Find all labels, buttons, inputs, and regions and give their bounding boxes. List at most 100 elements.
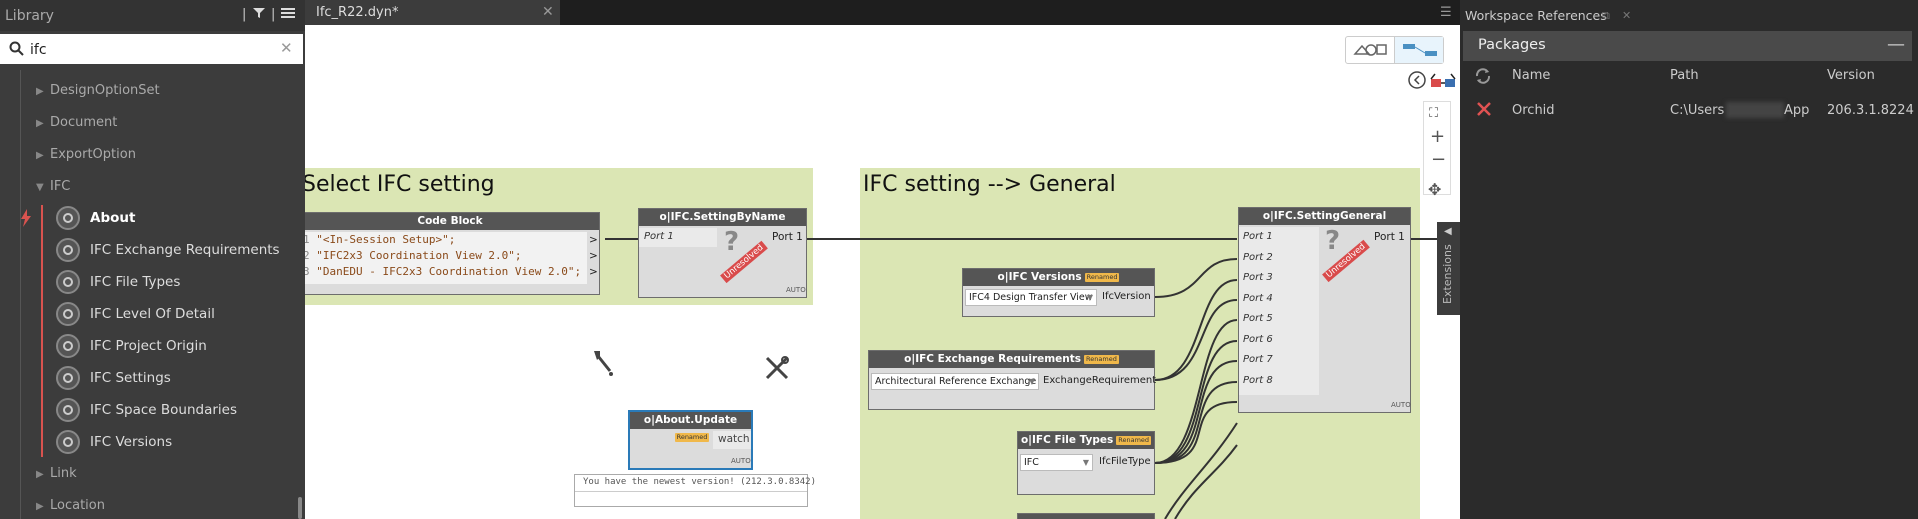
tab-menu-icon[interactable]: ☰ (1440, 5, 1452, 20)
input-port-5[interactable]: Port 5 (1243, 313, 1273, 324)
output-port[interactable]: > (589, 234, 598, 246)
node-ifc-exchange-requirements[interactable]: o|IFC Exchange Requirements Renamed Archi… (868, 350, 1156, 410)
extensions-tab[interactable]: ◀ Extensions (1437, 222, 1460, 315)
graph-canvas[interactable]: Select IFC setting IFC setting --> Gener… (305, 25, 1460, 519)
output-port[interactable]: Port 1 (772, 231, 803, 243)
list-view-icon[interactable] (281, 7, 295, 23)
input-port-7[interactable]: Port 7 (1243, 354, 1273, 365)
library-item-ifc-file-types[interactable]: IFC File Types (56, 267, 296, 297)
node-title: o|IFC.SettingGeneral (1239, 208, 1410, 225)
category-location[interactable]: ▶ Location (36, 498, 105, 513)
input-port-6[interactable]: Port 6 (1243, 334, 1273, 345)
output-port[interactable]: ExchangeRequirement (1043, 375, 1156, 386)
node-ifc-file-types[interactable]: o|IFC File Types Renamed IFC ▼ IfcFileType (1017, 431, 1155, 495)
redacted-path (1726, 102, 1784, 118)
category-document[interactable]: ▶ Document (36, 115, 117, 130)
packages-header[interactable]: Packages — (1463, 31, 1912, 61)
library-item-ifc-space-boundaries[interactable]: IFC Space Boundaries (56, 395, 296, 425)
zoom-out-icon[interactable]: − (1431, 149, 1446, 170)
geometry-view-icon[interactable] (1353, 42, 1387, 62)
library-item-ifc-exchange-requirements[interactable]: IFC Exchange Requirements (56, 235, 296, 265)
output-port[interactable]: IfcVersion (1102, 291, 1151, 302)
column-header-version[interactable]: Version (1827, 68, 1875, 83)
node-about-update[interactable]: o|About.UpdateRenamed watch AUTO (628, 410, 753, 470)
library-item-ifc-settings[interactable]: IFC Settings (56, 363, 296, 393)
category-link[interactable]: ▶ Link (36, 466, 77, 481)
library-search-box[interactable]: ✕ (0, 34, 303, 64)
close-panel-icon[interactable]: ✕ (1622, 9, 1631, 22)
input-port-3[interactable]: Port 3 (1243, 272, 1273, 283)
node-code-block[interactable]: Code Block 1 "<In-Session Setup>"; 2 "IF… (305, 212, 600, 295)
run-mode-label: AUTO (786, 286, 806, 294)
code-line-2: 2 "IFC2x3 Coordination View 2.0"; (305, 249, 522, 262)
library-panel: Library | | ✕ ▶DesignOptionSet ▶Document… (0, 0, 305, 519)
input-port-4[interactable]: Port 4 (1243, 293, 1273, 304)
zoom-fit-icon[interactable]: ⛶ (1429, 106, 1438, 121)
back-arrow-icon[interactable] (1408, 71, 1426, 93)
library-scrollbar[interactable] (298, 497, 302, 519)
zoom-in-icon[interactable]: + (1430, 126, 1445, 147)
graph-view-button[interactable] (1394, 37, 1443, 63)
packages-title: Packages (1478, 37, 1546, 53)
node-icon (56, 366, 80, 390)
category-designoptionset[interactable]: ▶ DesignOptionSet (36, 83, 160, 98)
separator: | (242, 7, 247, 22)
input-port-8[interactable]: Port 8 (1243, 375, 1273, 386)
node-icon (56, 206, 80, 230)
expand-arrow-icon: ▶ (36, 86, 44, 97)
undock-icon[interactable]: ⧉ (1602, 9, 1610, 23)
node-ifc-setting-general[interactable]: o|IFC.SettingGeneral Port 1 Port 2 Port … (1238, 207, 1411, 413)
output-port[interactable]: IfcFileType (1099, 456, 1151, 467)
filter-icon[interactable] (253, 7, 265, 23)
node-partial[interactable] (1017, 513, 1155, 519)
ifc-version-dropdown[interactable]: IFC4 Design Transfer View ▼ (965, 289, 1097, 306)
chevron-down-icon: ▼ (1028, 377, 1035, 386)
node-title: o|About.UpdateRenamed (630, 412, 751, 442)
node-title: o|IFC.SettingByName (639, 209, 806, 226)
library-item-ifc-level-of-detail[interactable]: IFC Level Of Detail (56, 299, 296, 329)
package-version: 206.3.1.8224 (1827, 103, 1914, 118)
node-ifc-setting-by-name[interactable]: o|IFC.SettingByName Port 1 ? Unresolved … (638, 208, 807, 298)
selection-accent (41, 205, 43, 457)
library-search-input[interactable] (28, 38, 277, 62)
renamed-badge: Renamed (674, 432, 710, 442)
column-header-path[interactable]: Path (1670, 68, 1699, 83)
input-port-1[interactable]: Port 1 (1243, 231, 1273, 242)
column-header-name[interactable]: Name (1512, 68, 1550, 83)
output-port[interactable]: > (589, 250, 598, 262)
eyedropper-icon[interactable] (590, 348, 616, 382)
renamed-badge: Renamed (1084, 354, 1119, 364)
file-type-dropdown[interactable]: IFC ▼ (1020, 454, 1093, 471)
package-name: Orchid (1512, 103, 1555, 118)
expand-arrow-icon: ▶ (36, 118, 44, 129)
output-port[interactable]: watch (718, 433, 750, 445)
run-mode-label: AUTO (731, 457, 751, 465)
chevron-down-icon: ▼ (1086, 293, 1093, 302)
output-port[interactable]: Port 1 (1374, 231, 1405, 243)
tools-icon[interactable] (764, 355, 790, 385)
input-port-2[interactable]: Port 2 (1243, 252, 1273, 263)
clear-search-icon[interactable]: ✕ (280, 39, 293, 57)
output-port[interactable]: > (589, 266, 598, 278)
unresolved-icon: ? (1325, 226, 1341, 256)
code-line-1: 1 "<In-Session Setup>"; (305, 233, 456, 246)
collapse-icon[interactable]: — (1887, 34, 1905, 55)
chevron-down-icon: ▼ (1082, 458, 1089, 467)
pan-icon[interactable]: ✥ (1428, 180, 1441, 199)
3d-glasses-icon[interactable] (1430, 73, 1456, 93)
tab-close-icon[interactable]: ✕ (542, 4, 554, 20)
category-exportoption[interactable]: ▶ ExportOption (36, 147, 136, 162)
node-icon (56, 238, 80, 262)
node-ifc-versions[interactable]: o|IFC Versions Renamed IFC4 Design Transf… (962, 268, 1155, 317)
exchange-requirement-dropdown[interactable]: Architectural Reference Exchange ▼ (871, 373, 1039, 390)
category-ifc[interactable]: ▼ IFC (36, 179, 70, 194)
tab-ifc-r22[interactable]: Ifc_R22.dyn* ✕ (305, 0, 560, 25)
input-port[interactable]: Port 1 (644, 231, 674, 242)
library-item-ifc-versions[interactable]: IFC Versions (56, 427, 296, 457)
chevron-left-icon: ◀ (1444, 226, 1452, 237)
package-path: C:\Users (1670, 103, 1725, 118)
refresh-icon[interactable] (1474, 67, 1492, 89)
view-toggle[interactable] (1345, 36, 1444, 64)
library-item-about[interactable]: About (56, 203, 296, 233)
library-item-ifc-project-origin[interactable]: IFC Project Origin (56, 331, 296, 361)
